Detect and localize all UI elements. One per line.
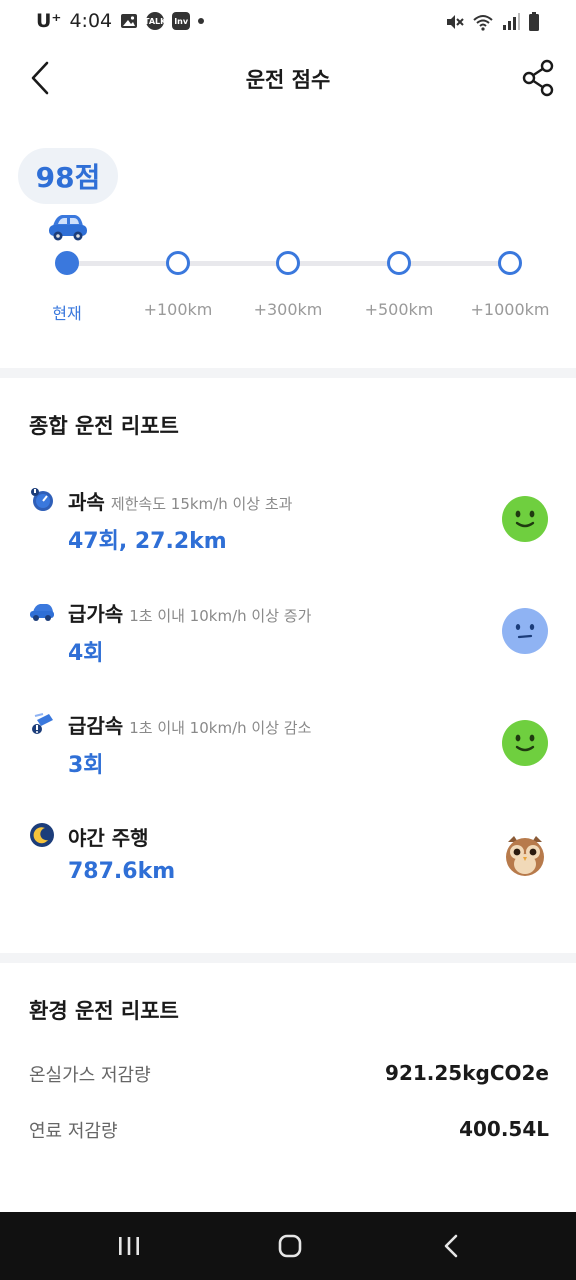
report-item-name: 급감속 1초 이내 10km/h 이상 감소	[68, 710, 311, 739]
section-divider	[0, 368, 576, 378]
section-divider	[0, 953, 576, 963]
home-icon	[278, 1234, 302, 1258]
report-item-desc: 제한속도 15km/h 이상 초과	[110, 495, 293, 513]
milestone-label: +100km	[143, 300, 213, 319]
milestone-300-dot	[276, 251, 300, 275]
milestone-100-dot	[166, 251, 190, 275]
back-arrow-icon	[444, 1234, 458, 1258]
report-item-name: 과속 제한속도 15km/h 이상 초과	[68, 486, 292, 515]
milestone-label: +1000km	[470, 300, 550, 319]
app-header: 운전 점수	[0, 48, 576, 110]
car-brake-icon	[32, 713, 53, 734]
dot-icon	[198, 18, 205, 24]
battery-icon	[529, 12, 539, 31]
milestone-label: +500km	[364, 300, 434, 319]
driving-report-title: 종합 운전 리포트	[29, 414, 179, 438]
carrier-label: U⁺	[36, 10, 62, 32]
milestone-label: 현재	[52, 304, 82, 323]
car-icon	[49, 215, 87, 241]
share-button[interactable]	[516, 56, 560, 100]
report-item-label: 급감속	[68, 714, 124, 738]
report-item-name: 급가속 1초 이내 10km/h 이상 증가	[68, 598, 311, 627]
nav-back-button[interactable]	[421, 1226, 481, 1266]
status-right	[444, 12, 540, 32]
status-time: 4:04	[69, 10, 113, 32]
report-item-value: 3회	[68, 753, 104, 778]
mute-icon	[447, 15, 464, 29]
report-item-rapid-deceleration[interactable]: 급감속 1초 이내 10km/h 이상 감소 3회	[0, 710, 576, 800]
home-button[interactable]	[260, 1226, 320, 1266]
recent-apps-button[interactable]	[99, 1226, 159, 1266]
status-bar: U⁺ 4:04 TALK Inv	[0, 0, 576, 48]
wifi-icon	[473, 15, 493, 31]
car-accelerate-icon	[30, 604, 54, 621]
report-item-speeding[interactable]: 과속 제한속도 15km/h 이상 초과 47회, 27.2km	[0, 486, 576, 576]
happy-face-green-icon	[502, 496, 548, 542]
milestone-label: +300km	[253, 300, 323, 319]
image-icon	[121, 14, 138, 28]
neutral-face-blue-icon	[502, 608, 548, 654]
milestone-500-dot	[387, 251, 411, 275]
report-item-night-driving[interactable]: 야간 주행 787.6km	[0, 822, 576, 912]
milestone-current-dot	[55, 251, 79, 275]
share-icon	[522, 59, 554, 97]
inv-icon: Inv	[172, 12, 191, 30]
eco-row-value: 921.25kgCO2e	[385, 1061, 549, 1085]
eco-row-value: 400.54L	[459, 1117, 549, 1141]
kakaotalk-icon: TALK	[144, 12, 166, 30]
system-nav-bar	[0, 1212, 576, 1280]
score-section: 98점 현재 +100km +300km +500km +1000km	[0, 110, 576, 368]
report-item-value: 4회	[68, 641, 104, 666]
eco-row-greenhouse: 온실가스 저감량 921.25kgCO2e	[29, 1061, 549, 1091]
eco-row-fuel: 연료 저감량 400.54L	[29, 1117, 549, 1147]
report-item-name: 야간 주행	[68, 822, 149, 851]
report-item-value: 787.6km	[68, 859, 176, 884]
speedometer-icon	[31, 488, 53, 511]
score-badge: 98점	[18, 148, 118, 204]
milestone-1000-dot	[498, 251, 522, 275]
eco-row-label: 온실가스 저감량	[29, 1065, 151, 1086]
eco-row-label: 연료 저감량	[29, 1121, 118, 1142]
report-item-label: 과속	[68, 490, 105, 514]
eco-report-title: 환경 운전 리포트	[29, 999, 179, 1023]
report-item-label: 야간 주행	[68, 826, 149, 850]
page-title: 운전 점수	[245, 68, 331, 92]
moon-icon	[30, 823, 54, 847]
happy-face-green-icon	[502, 720, 548, 766]
owl-icon	[506, 836, 544, 876]
report-item-value: 47회, 27.2km	[68, 529, 227, 554]
report-item-label: 급가속	[68, 602, 124, 626]
status-left: U⁺ 4:04 TALK Inv	[36, 10, 205, 32]
report-item-desc: 1초 이내 10km/h 이상 감소	[129, 719, 312, 737]
signal-icon	[503, 13, 520, 30]
report-item-rapid-acceleration[interactable]: 급가속 1초 이내 10km/h 이상 증가 4회	[0, 598, 576, 688]
recent-apps-icon	[119, 1237, 139, 1255]
report-item-desc: 1초 이내 10km/h 이상 증가	[129, 607, 312, 625]
